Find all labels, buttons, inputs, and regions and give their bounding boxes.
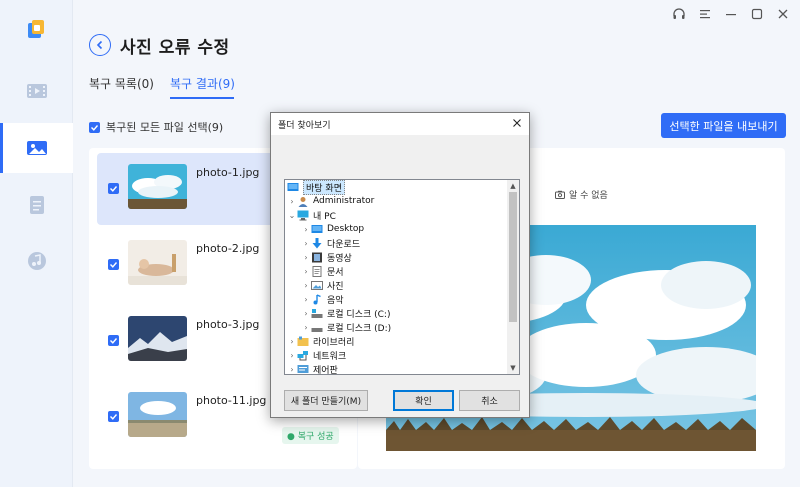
- status-badge: ● 복구 성공: [282, 427, 339, 444]
- video-icon: [26, 84, 47, 98]
- tree-item-drive-c[interactable]: › 로컬 디스크 (C:): [301, 306, 390, 320]
- tab-recovery-result[interactable]: 복구 결과(9): [170, 75, 235, 92]
- headset-icon[interactable]: [672, 6, 686, 22]
- tree-item-network[interactable]: › 네트워크: [287, 348, 346, 362]
- control-panel-icon: [297, 364, 309, 375]
- thumbnail: [128, 240, 187, 285]
- tab-underline: [170, 97, 234, 99]
- scroll-down-icon[interactable]: ▼: [507, 362, 519, 374]
- chevron-right-icon[interactable]: ›: [301, 225, 311, 234]
- folder-browser-dialog: 폴더 찾아보기 바탕 화면 › Administrator ⌄ 내 PC › D…: [270, 112, 530, 418]
- drive-icon: [311, 308, 323, 319]
- tab-recovery-list[interactable]: 복구 목록(0): [89, 75, 154, 92]
- tree-item-pictures[interactable]: › 사진: [301, 278, 344, 292]
- checkbox[interactable]: [89, 121, 100, 133]
- tree-item-documents[interactable]: › 문서: [301, 264, 344, 278]
- sidebar-item-music[interactable]: [0, 236, 73, 286]
- download-icon: [311, 237, 323, 249]
- chevron-right-icon[interactable]: ›: [301, 309, 311, 318]
- export-button[interactable]: 선택한 파일을 내보내기: [661, 113, 786, 138]
- select-all-label: 복구된 모든 파일 선택(9): [106, 121, 224, 134]
- documents-icon: [311, 265, 323, 277]
- tree-item-my-pc[interactable]: ⌄ 내 PC: [287, 208, 336, 222]
- sidebar: [0, 0, 73, 487]
- ok-button[interactable]: 확인: [393, 390, 454, 411]
- music-folder-icon: [311, 293, 323, 305]
- user-icon: [297, 196, 309, 207]
- tree-item-administrator[interactable]: › Administrator: [287, 194, 374, 208]
- library-icon: [297, 336, 309, 347]
- tree-item-downloads[interactable]: › 다운로드: [301, 236, 360, 250]
- scrollbar-thumb[interactable]: [509, 192, 517, 322]
- new-folder-button[interactable]: 새 폴더 만들기(M): [284, 390, 368, 411]
- checkbox[interactable]: [108, 259, 119, 270]
- chevron-right-icon[interactable]: ›: [301, 323, 311, 332]
- tree-scrollbar[interactable]: ▲ ▼: [507, 180, 519, 374]
- thumbnail: [128, 164, 187, 209]
- checkbox[interactable]: [108, 183, 119, 194]
- thumbnail: [128, 316, 187, 361]
- tree-item-control-panel[interactable]: › 제어판: [287, 362, 338, 375]
- sidebar-item-video[interactable]: [0, 66, 73, 116]
- chevron-right-icon[interactable]: ›: [287, 365, 297, 374]
- select-all-checkbox[interactable]: 복구된 모든 파일 선택(9): [89, 119, 223, 135]
- tree-item-videos[interactable]: › 동영상: [301, 250, 352, 264]
- chevron-right-icon[interactable]: ›: [301, 253, 311, 262]
- tree-item-music[interactable]: › 음악: [301, 292, 344, 306]
- checkbox[interactable]: [108, 335, 119, 346]
- sidebar-item-photo[interactable]: [0, 123, 73, 173]
- music-icon: [27, 252, 46, 270]
- folder-tree[interactable]: 바탕 화면 › Administrator ⌄ 내 PC › Desktop ›…: [284, 179, 520, 375]
- tree-item-libraries[interactable]: › 라이브러리: [287, 334, 354, 348]
- chevron-right-icon[interactable]: ›: [287, 197, 297, 206]
- unknown-label: 알 수 없음: [569, 191, 608, 201]
- chevron-right-icon[interactable]: ›: [301, 239, 311, 248]
- maximize-icon[interactable]: [750, 6, 764, 22]
- desktop-folder-icon: [311, 224, 323, 235]
- window-controls: [672, 6, 790, 22]
- cancel-button[interactable]: 취소: [459, 390, 520, 411]
- tree-item-desktop[interactable]: 바탕 화면: [287, 180, 345, 195]
- thumbnail: [128, 392, 187, 437]
- chevron-right-icon[interactable]: ›: [301, 295, 311, 304]
- dialog-close-button[interactable]: [510, 116, 524, 130]
- menu-icon[interactable]: [698, 6, 712, 22]
- minimize-icon[interactable]: [724, 6, 738, 22]
- pictures-icon: [311, 280, 323, 291]
- chevron-left-icon: [96, 40, 103, 50]
- chevron-right-icon[interactable]: ›: [301, 281, 311, 290]
- chevron-down-icon[interactable]: ⌄: [287, 211, 297, 220]
- dialog-title: 폴더 찾아보기: [271, 113, 529, 135]
- desktop-folder-icon: [287, 182, 299, 193]
- sidebar-item-document[interactable]: [0, 180, 73, 230]
- close-icon: [513, 119, 521, 127]
- file-name: photo-1.jpg: [196, 166, 260, 179]
- video-folder-icon: [311, 252, 323, 263]
- back-button[interactable]: [89, 34, 111, 56]
- file-name: photo-2.jpg: [196, 242, 260, 255]
- unknown-info: 알 수 없음: [555, 188, 608, 201]
- tree-item-desktop-folder[interactable]: › Desktop: [301, 222, 364, 236]
- chevron-right-icon[interactable]: ›: [287, 351, 297, 360]
- pc-icon: [297, 210, 309, 221]
- app-logo-icon: [25, 18, 47, 40]
- checkbox[interactable]: [108, 411, 119, 422]
- close-icon[interactable]: [776, 6, 790, 22]
- photo-icon: [26, 141, 47, 155]
- camera-icon: [555, 190, 565, 199]
- chevron-right-icon[interactable]: ›: [287, 337, 297, 346]
- drive-icon: [311, 322, 323, 333]
- chevron-right-icon[interactable]: ›: [301, 267, 311, 276]
- document-icon: [29, 196, 44, 214]
- network-icon: [297, 350, 309, 361]
- file-name: photo-3.jpg: [196, 318, 260, 331]
- file-name: photo-11.jpg: [196, 394, 267, 407]
- page-title: 사진 오류 수정: [120, 38, 230, 58]
- tree-item-drive-d[interactable]: › 로컬 디스크 (D:): [301, 320, 391, 334]
- scroll-up-icon[interactable]: ▲: [507, 180, 519, 192]
